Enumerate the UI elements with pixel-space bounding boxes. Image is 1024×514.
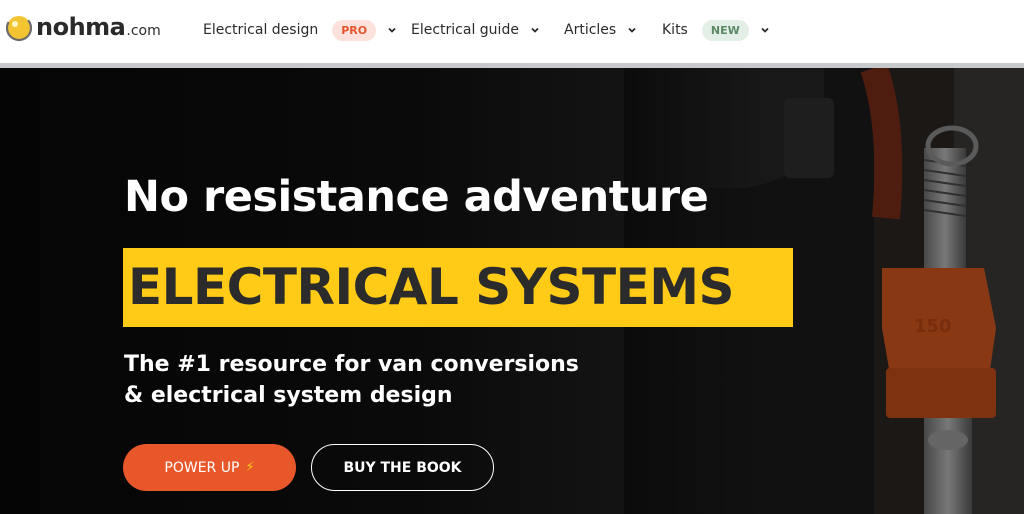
chevron-down-icon [628, 27, 636, 33]
hero-highlight-text: ELECTRICAL SYSTEMS [128, 258, 735, 316]
subheadline-line-1: The #1 resource for van conversions [124, 352, 579, 377]
nav-label: Kits [662, 22, 688, 38]
hero-subheadline: The #1 resource for van conversions & el… [124, 349, 579, 411]
subheadline-line-2: & electrical system design [124, 383, 453, 408]
buy-the-book-button[interactable]: BUY THE BOOK [311, 444, 494, 491]
chevron-down-icon [388, 27, 396, 33]
pro-badge: PRO [332, 19, 377, 41]
brand-name: nohma [36, 13, 126, 41]
top-navigation: nohma .com Electrical design PRO Electri… [0, 0, 1024, 63]
nav-label: Articles [564, 22, 617, 38]
nav-item-articles[interactable]: Articles [564, 18, 637, 42]
lightning-icon: ⚡ [245, 460, 255, 475]
nav-item-electrical-guide[interactable]: Electrical guide [411, 18, 540, 42]
power-up-button[interactable]: POWER UP ⚡ [123, 444, 296, 491]
hero-section: 150 No resistance adventure ELECTRICAL S… [0, 68, 1024, 514]
brand-logo[interactable]: nohma .com [4, 12, 161, 42]
new-badge: NEW [701, 19, 749, 41]
buy-the-book-label: BUY THE BOOK [343, 459, 462, 476]
nav-label: Electrical design [203, 22, 319, 38]
nav-item-kits[interactable]: Kits NEW [662, 18, 770, 42]
power-up-label: POWER UP [164, 459, 240, 476]
logo-icon [4, 12, 34, 42]
nav-item-electrical-design[interactable]: Electrical design PRO [203, 18, 397, 42]
chevron-down-icon [761, 27, 769, 33]
chevron-down-icon [531, 27, 539, 33]
nav-label: Electrical guide [411, 22, 519, 38]
brand-tld: .com [126, 22, 161, 39]
hero-headline: No resistance adventure [124, 172, 709, 222]
